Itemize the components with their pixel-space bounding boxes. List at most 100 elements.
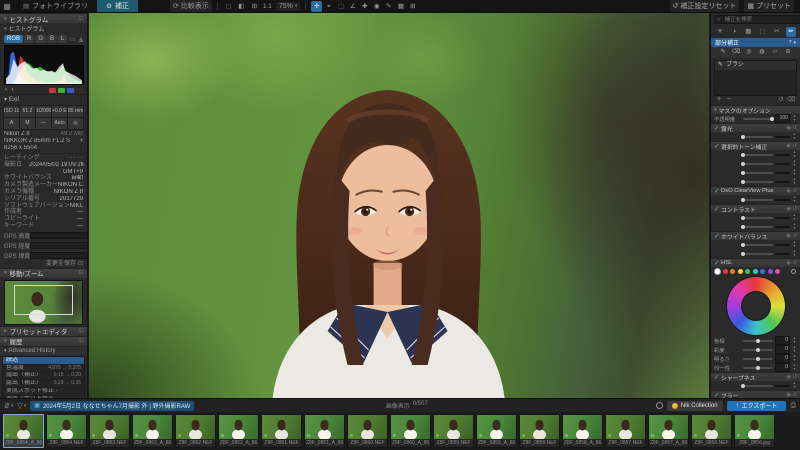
slider-value[interactable]: 0 bbox=[775, 354, 790, 363]
hsl-all-channels-icon[interactable] bbox=[791, 269, 796, 274]
gradient-filter-icon[interactable]: ▱ bbox=[771, 48, 780, 57]
thumbnail-image[interactable] bbox=[90, 415, 129, 440]
slider-handle[interactable] bbox=[741, 197, 745, 202]
channel-button[interactable]: G bbox=[35, 35, 47, 43]
thumbnail-image[interactable] bbox=[692, 415, 731, 440]
navigator-thumbnail[interactable] bbox=[4, 279, 83, 325]
hsl-channel-dot[interactable] bbox=[715, 269, 720, 274]
local-adjust-tool-icon[interactable]: ✎ bbox=[383, 1, 394, 12]
hsl-channel-dot[interactable] bbox=[722, 269, 728, 274]
slider-value[interactable]: 0 bbox=[775, 345, 790, 354]
crop-category-icon[interactable]: ✂ bbox=[772, 27, 782, 37]
image-viewer[interactable] bbox=[89, 13, 709, 398]
slider-value[interactable]: 0 bbox=[775, 336, 790, 345]
thumbnail-image[interactable] bbox=[262, 415, 301, 440]
slider-stepper[interactable]: ▲ ▼ bbox=[792, 213, 797, 220]
crop-tool-icon[interactable]: ⬚ bbox=[335, 1, 346, 12]
section-header[interactable]: ✓ シャープネス ◉ ↺ bbox=[711, 372, 800, 381]
channel-button[interactable]: L bbox=[58, 35, 68, 43]
grid-tool-icon[interactable]: ⊞ bbox=[407, 1, 418, 12]
filmstrip-thumbnail[interactable]: Z8F_0859.NEF bbox=[433, 414, 474, 448]
mask-view-tool-icon[interactable]: ▩ bbox=[395, 1, 406, 12]
preset-editor-header[interactable]: ▸ プリセットエディタ ⊡ bbox=[0, 325, 87, 336]
filmstrip-thumbnail[interactable]: Z8F_0858.NEF bbox=[519, 414, 560, 448]
slider-handle[interactable] bbox=[769, 116, 774, 121]
slider-value[interactable] bbox=[775, 384, 790, 387]
delete-mask-icon[interactable]: ⌫ bbox=[787, 96, 795, 105]
thumbnail-image[interactable] bbox=[391, 415, 430, 440]
gps-input[interactable] bbox=[30, 231, 87, 239]
reset-icon[interactable]: ↺ bbox=[793, 143, 797, 149]
redeye-tool-icon[interactable]: ◉ bbox=[371, 1, 382, 12]
thumbnail-image[interactable] bbox=[735, 415, 774, 440]
slider-stepper[interactable]: ▲ ▼ bbox=[792, 132, 797, 139]
slider-stepper[interactable]: ▲ ▼ bbox=[792, 336, 797, 343]
invert-mask-icon[interactable]: ⊘ bbox=[784, 48, 793, 57]
wb-picker-tool-icon[interactable]: ⌖ bbox=[323, 1, 334, 12]
slider-track[interactable] bbox=[741, 152, 773, 157]
palette-menu-icon[interactable]: ⊡ bbox=[78, 338, 83, 344]
hsl-channel-dot[interactable] bbox=[745, 269, 750, 274]
collapse-icon[interactable]: ▾ bbox=[793, 40, 796, 46]
checkbox-icon[interactable]: ✓ bbox=[714, 206, 719, 213]
view-1to1-icon[interactable]: 1:1 bbox=[262, 1, 273, 12]
tab-1[interactable]: ⚙ 補正 bbox=[97, 0, 138, 12]
detail-category-icon[interactable]: ▦ bbox=[743, 27, 753, 37]
reset-mask-icon[interactable]: ↺ bbox=[778, 96, 783, 105]
section-header[interactable]: ✓ 選択的トーン補正 ◉ ↺ bbox=[711, 141, 800, 150]
channel-button[interactable]: R bbox=[24, 35, 35, 43]
slider-handle[interactable] bbox=[756, 347, 760, 352]
slider-stepper[interactable]: ▲ ▼ bbox=[792, 114, 797, 121]
filmstrip-thumbnail[interactable]: Z8F_0856.NEF bbox=[691, 414, 732, 448]
reset-icon[interactable]: ↺ bbox=[793, 206, 797, 212]
filmstrip-thumbnail[interactable]: Z8F_0863_A_86.jpg bbox=[132, 414, 173, 448]
slider-handle[interactable] bbox=[741, 161, 745, 166]
slider-value[interactable] bbox=[775, 171, 790, 174]
section-header[interactable]: ✓ ブラー ◉ ↺ bbox=[711, 390, 800, 398]
hsl-channel-dot[interactable] bbox=[752, 269, 758, 274]
thumbnail-image[interactable] bbox=[219, 415, 258, 440]
slider-value[interactable]: 100 bbox=[775, 114, 790, 123]
clipping-warning-icon[interactable]: ◮ bbox=[78, 36, 83, 43]
palette-menu-icon[interactable]: ⊡ bbox=[78, 270, 83, 276]
slider-handle[interactable] bbox=[741, 134, 745, 139]
thumbnail-image[interactable] bbox=[649, 415, 688, 440]
filmstrip-thumbnail[interactable]: Z8F_0863.NEF bbox=[89, 414, 130, 448]
filmstrip-thumbnail[interactable]: Z8F_0861.NEF bbox=[261, 414, 302, 448]
checkbox-icon[interactable]: ✓ bbox=[714, 188, 719, 195]
highlight-clipping-icon[interactable]: ◗ bbox=[11, 87, 15, 93]
visibility-icon[interactable]: ◉ bbox=[786, 206, 790, 212]
checkbox-icon[interactable]: ✓ bbox=[714, 260, 719, 267]
slider-handle[interactable] bbox=[741, 215, 745, 220]
expand-icon[interactable]: ▾ bbox=[80, 138, 83, 145]
zoom-level-select[interactable]: 75% ▾ bbox=[275, 1, 301, 11]
help-icon[interactable]: ? bbox=[789, 40, 792, 46]
slider-value[interactable] bbox=[775, 225, 790, 228]
slider-track[interactable] bbox=[741, 197, 773, 202]
tab-0[interactable]: ▤ フォトライブラリ bbox=[14, 0, 97, 12]
slider-value[interactable] bbox=[775, 135, 790, 138]
slider-value[interactable] bbox=[775, 243, 790, 246]
slider-stepper[interactable]: ▲ ▼ bbox=[792, 177, 797, 184]
slider-value[interactable] bbox=[775, 198, 790, 201]
preset-button[interactable]: ▦ プリセット bbox=[744, 0, 794, 12]
control-point-icon[interactable]: ◎ bbox=[745, 48, 754, 57]
filmstrip-thumbnail[interactable]: Z8F_0864.NEF bbox=[46, 414, 87, 448]
slider-handle[interactable] bbox=[741, 170, 745, 175]
section-header[interactable]: ✓ DxO ClearView Plus ◉ ↺ bbox=[711, 186, 800, 195]
mask-options-header[interactable]: ▾ マスクのオプション bbox=[711, 105, 800, 114]
slider-handle[interactable] bbox=[741, 179, 745, 184]
checkbox-icon[interactable]: ✓ bbox=[714, 374, 719, 381]
eraser-icon[interactable]: ⌫ bbox=[732, 48, 741, 57]
slider-stepper[interactable]: ▲ ▼ bbox=[792, 354, 797, 361]
filmstrip-thumbnail[interactable]: Z8F_0857_A_86.jpg bbox=[648, 414, 689, 448]
slider-stepper[interactable]: ▲ ▼ bbox=[792, 195, 797, 202]
hsl-channel-dot[interactable] bbox=[775, 269, 780, 274]
history-item[interactable]: 露出（補正） 0.20 → 0.35 bbox=[3, 380, 84, 388]
slider-handle[interactable] bbox=[741, 152, 745, 157]
filmstrip-thumbnail[interactable]: Z8F_0861_A_86.jpg bbox=[304, 414, 345, 448]
slider-track[interactable] bbox=[741, 383, 773, 388]
thumbnail-image[interactable] bbox=[133, 415, 172, 440]
checkbox-icon[interactable]: ✓ bbox=[714, 143, 719, 150]
reset-icon[interactable]: ↺ bbox=[793, 125, 797, 131]
